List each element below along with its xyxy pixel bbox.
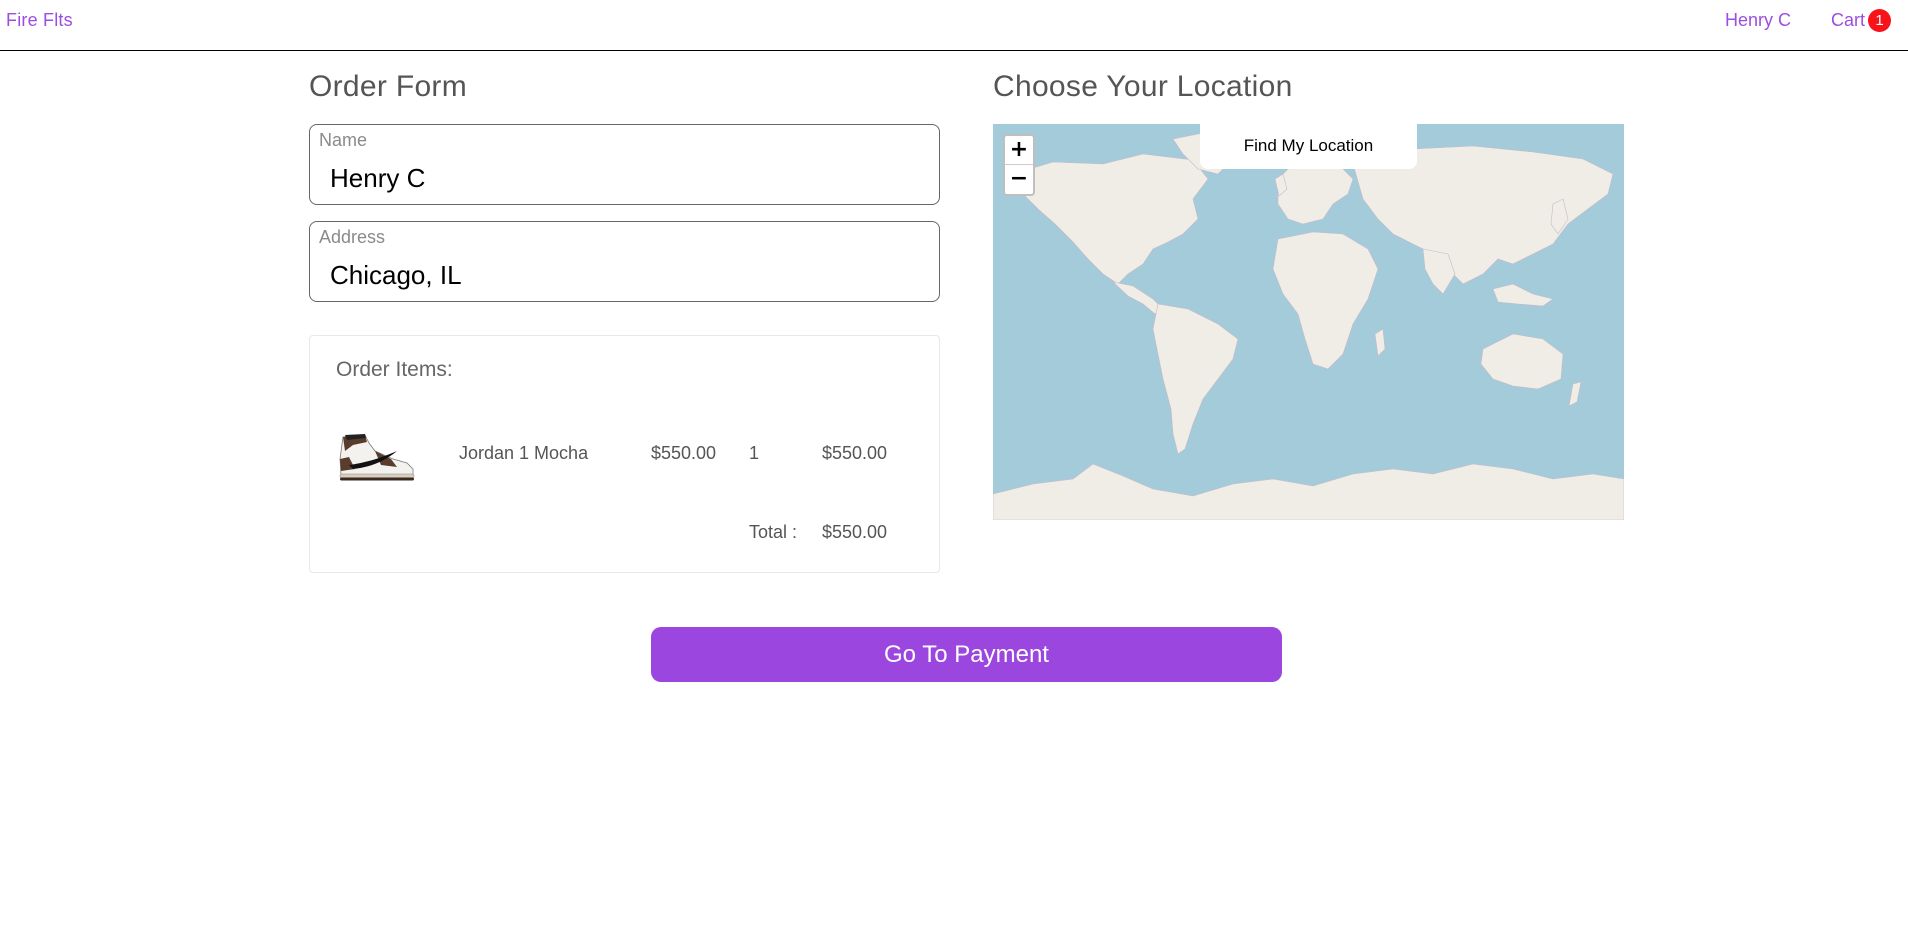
go-to-payment-button[interactable]: Go To Payment [651, 627, 1282, 682]
address-field[interactable]: Address [309, 221, 940, 302]
item-name: Jordan 1 Mocha [459, 443, 589, 463]
order-total-label: Total : [749, 522, 798, 542]
brand-link[interactable]: Fire Flts [6, 10, 73, 31]
item-line-total: $550.00 [822, 443, 888, 463]
item-unit-price: $550.00 [651, 443, 717, 463]
choose-location-heading: Choose Your Location [993, 70, 1293, 103]
find-my-location-button[interactable]: Find My Location [1200, 124, 1417, 169]
order-items-title: Order Items: [336, 358, 453, 381]
name-field-label: Name [319, 130, 368, 150]
order-total-value: $550.00 [822, 522, 888, 542]
sneaker-product-image [339, 434, 415, 481]
address-field-label: Address [319, 227, 386, 247]
cart-count-badge[interactable]: 1 [1868, 9, 1891, 32]
name-input[interactable] [330, 163, 920, 194]
user-profile-link[interactable]: Henry C [1725, 10, 1791, 31]
top-navbar: Fire Flts Henry C Cart 1 [0, 0, 1908, 51]
zoom-in-button[interactable]: + [1005, 136, 1033, 165]
address-input[interactable] [330, 260, 920, 291]
zoom-controls: + − [1003, 134, 1035, 196]
location-map[interactable]: + − Find My Location [993, 124, 1624, 520]
item-quantity: 1 [749, 443, 760, 463]
cart-link[interactable]: Cart [1831, 10, 1865, 31]
order-items-card: Order Items: Jordan 1 Mocha $550.00 1 $5… [309, 335, 940, 573]
order-form-heading: Order Form [309, 70, 468, 103]
world-map-tiles [993, 131, 1624, 520]
name-field[interactable]: Name [309, 124, 940, 205]
zoom-out-button[interactable]: − [1005, 165, 1033, 194]
